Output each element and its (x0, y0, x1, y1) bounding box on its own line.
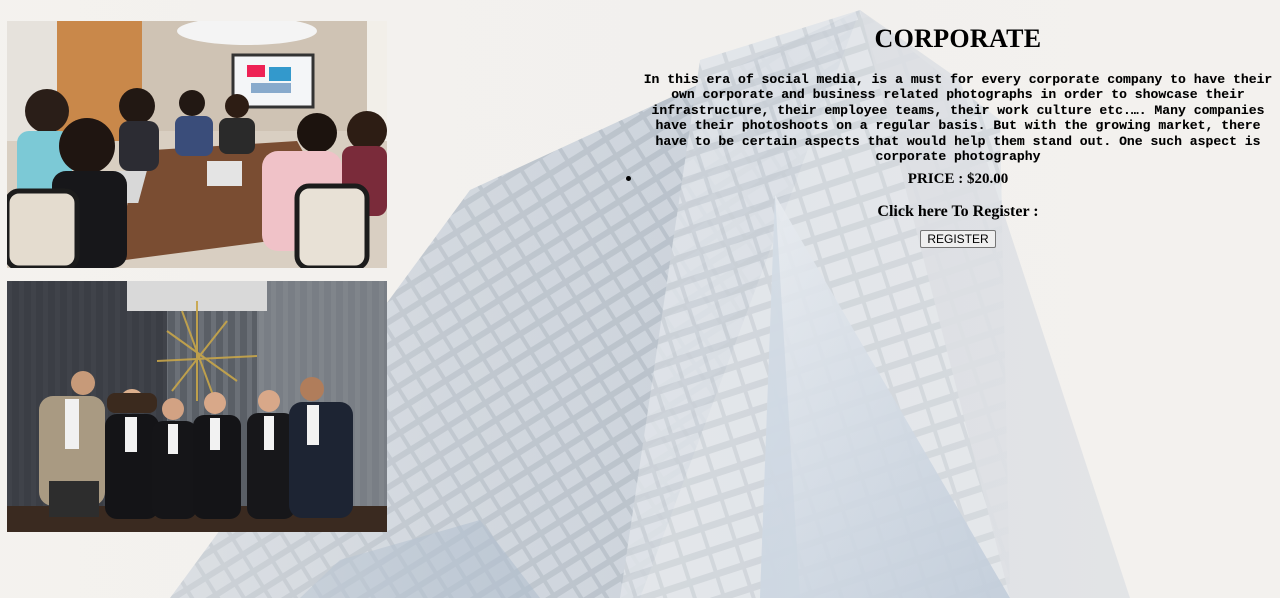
page-title: CORPORATE (874, 24, 1042, 53)
info-list-item: PRICE : $20.00 Click here To Register : … (626, 170, 1276, 249)
content-panel: CORPORATE In this era of social media, i… (626, 22, 1276, 249)
info-list: PRICE : $20.00 Click here To Register : … (626, 170, 1276, 249)
service-description: In this era of social media, is a must f… (643, 72, 1273, 165)
corporate-team-portrait-photo (7, 281, 387, 532)
team-meeting-photo (7, 21, 387, 268)
price-text: PRICE : $20.00 (907, 171, 1009, 188)
register-label: Click here To Register : (877, 203, 1039, 221)
register-button[interactable]: REGISTER (920, 230, 996, 249)
